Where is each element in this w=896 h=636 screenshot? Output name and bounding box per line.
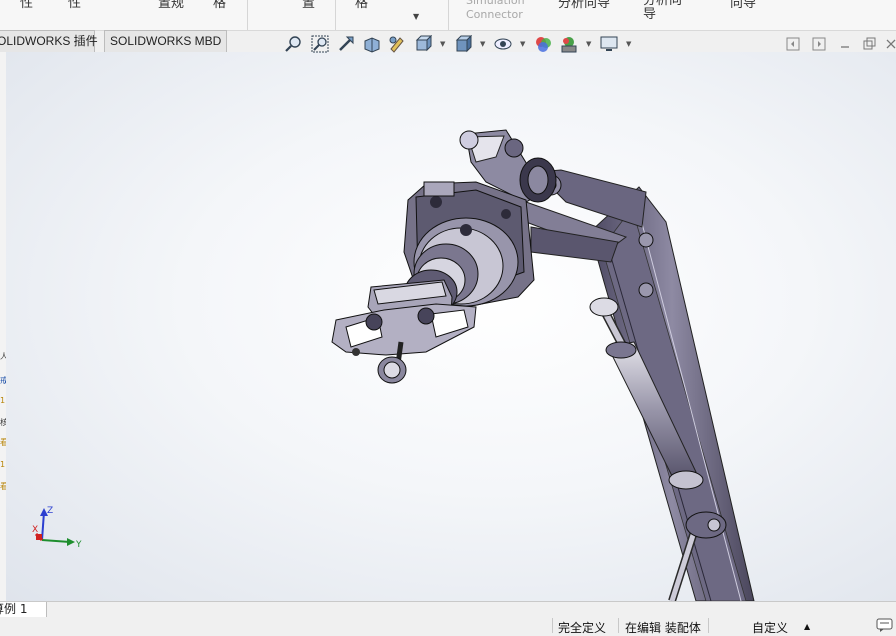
- units-selector[interactable]: 自定义: [752, 619, 788, 636]
- bottom-tab-bar: 算例 1: [0, 601, 896, 618]
- ribbon-separator: [448, 0, 449, 30]
- command-tabs: OLIDWORKS 插件 SOLIDWORKS MBD: [0, 30, 228, 52]
- status-definition: 完全定义: [558, 621, 607, 635]
- robot-arm-model[interactable]: [6, 52, 896, 601]
- panel-mark: 看: [0, 482, 8, 491]
- units-up-arrow-icon[interactable]: ▲: [804, 622, 810, 631]
- status-editing: 在编辑 装配体: [625, 621, 701, 635]
- tab-study-1[interactable]: 算例 1: [0, 602, 47, 617]
- ribbon-separator: [247, 0, 248, 30]
- display-style-icon[interactable]: [454, 35, 472, 53]
- collapse-right-icon[interactable]: [812, 37, 826, 51]
- edit-appearance-icon[interactable]: [534, 35, 552, 53]
- dynamic-annotation-icon[interactable]: [388, 35, 406, 53]
- ribbon-item-6[interactable]: 格: [355, 0, 368, 11]
- analysis-wizard-1[interactable]: 分析向导: [558, 0, 610, 11]
- ribbon-dropdown-icon[interactable]: ▼: [413, 12, 419, 21]
- panel-mark: 1: [0, 460, 6, 469]
- status-separator: [552, 618, 553, 633]
- minimize-icon[interactable]: [838, 37, 852, 51]
- ribbon-separator: [335, 0, 336, 30]
- ribbon-item-5[interactable]: 置: [302, 0, 315, 11]
- triad-x-label: X: [32, 525, 38, 535]
- ribbon-item-2[interactable]: 性: [68, 0, 81, 11]
- analysis-wizard-2[interactable]: 分析向 导: [643, 0, 682, 22]
- panel-mark: 人: [0, 352, 8, 361]
- graphics-viewport[interactable]: Z Y X: [6, 52, 896, 601]
- triad-z-label: Z: [47, 506, 53, 516]
- previous-view-icon[interactable]: [337, 35, 355, 53]
- close-icon[interactable]: [884, 37, 896, 51]
- apply-scene-icon[interactable]: [560, 35, 578, 53]
- status-separator: [708, 618, 709, 633]
- view-orientation-dropdown-icon[interactable]: ▼: [440, 40, 445, 48]
- panel-mark: 戒: [0, 376, 8, 385]
- status-separator: [618, 618, 619, 633]
- coordinate-triad: Z Y X: [32, 506, 82, 550]
- apply-scene-dropdown-icon[interactable]: ▼: [586, 40, 591, 48]
- collapse-left-icon[interactable]: [786, 37, 800, 51]
- hide-show-dropdown-icon[interactable]: ▼: [520, 40, 525, 48]
- panel-mark: 1: [0, 396, 6, 405]
- status-bar: 完全定义 在编辑 装配体 自定义 ▲: [0, 617, 896, 636]
- hide-show-items-icon[interactable]: [494, 35, 512, 53]
- display-style-dropdown-icon[interactable]: ▼: [480, 40, 485, 48]
- simulation-connector-button[interactable]: Simulation Connector: [466, 0, 525, 22]
- panel-mark: 看: [0, 438, 8, 447]
- zoom-to-area-icon[interactable]: [311, 35, 329, 53]
- view-settings-icon[interactable]: [600, 35, 618, 53]
- triad-y-label: Y: [75, 540, 82, 550]
- panel-mark: 核: [0, 418, 8, 427]
- restore-icon[interactable]: [862, 37, 876, 51]
- view-settings-dropdown-icon[interactable]: ▼: [626, 40, 631, 48]
- analysis-wizard-3[interactable]: 向导: [730, 0, 756, 11]
- zoom-to-fit-icon[interactable]: [284, 35, 302, 53]
- ribbon-item-3[interactable]: 置规: [158, 0, 184, 11]
- ribbon-item-1[interactable]: 性: [20, 0, 33, 11]
- tab-solidworks-mbd[interactable]: SOLIDWORKS MBD: [104, 30, 228, 52]
- tab-solidworks-addins[interactable]: OLIDWORKS 插件: [0, 30, 98, 52]
- command-manager-ribbon: 性 性 置规 格 置 格 ▼ Simulation Connector 分析向导…: [0, 0, 896, 31]
- view-orientation-icon[interactable]: [414, 35, 432, 53]
- section-view-icon[interactable]: [363, 35, 381, 53]
- ribbon-item-4[interactable]: 格: [213, 0, 226, 11]
- help-balloon-icon[interactable]: [876, 618, 894, 633]
